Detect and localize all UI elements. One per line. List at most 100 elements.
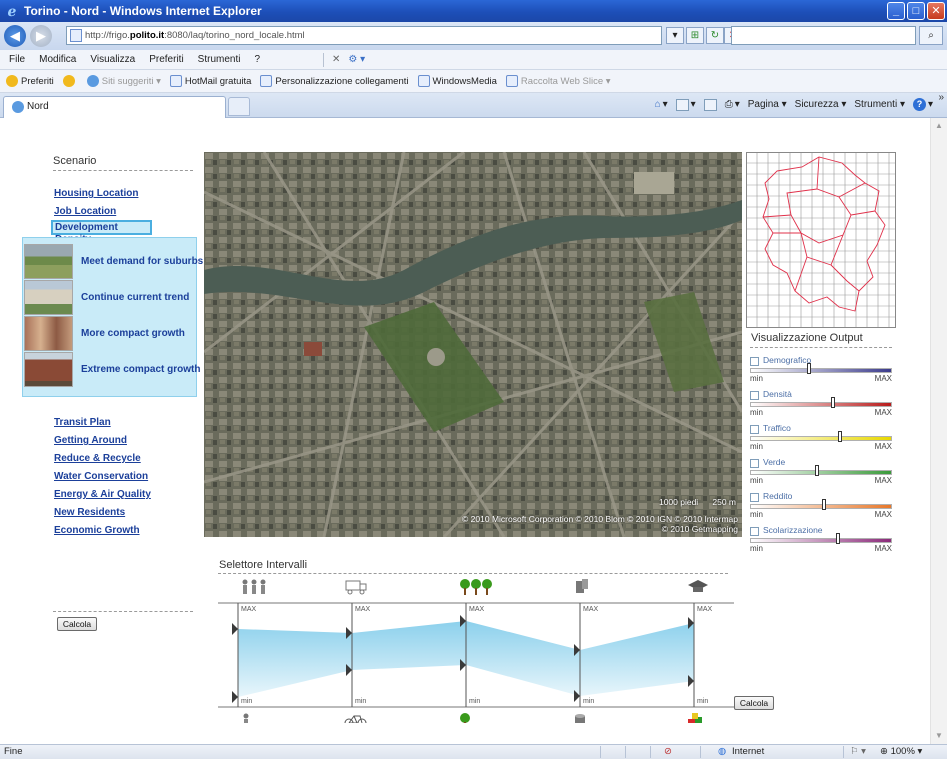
refresh-icon[interactable]: ↻ bbox=[706, 27, 724, 44]
fav-web-slice[interactable]: Raccolta Web Slice ▾ bbox=[505, 75, 611, 87]
feeds-button[interactable]: ▾ bbox=[675, 98, 696, 111]
menu-help[interactable]: ? bbox=[247, 54, 267, 65]
indicator-slider-thumb[interactable] bbox=[815, 465, 819, 476]
pagina-menu[interactable]: Pagina ▾ bbox=[748, 99, 787, 110]
link-new-residents[interactable]: New Residents bbox=[54, 507, 125, 518]
menu-preferiti[interactable]: Preferiti bbox=[142, 54, 190, 65]
compatibility-view-icon[interactable]: ⊞ bbox=[686, 27, 704, 44]
fav-windowsmedia[interactable]: WindowsMedia bbox=[417, 75, 497, 87]
scroll-up-arrow-icon[interactable]: ▲ bbox=[934, 121, 944, 131]
menu-strumenti[interactable]: Strumenti bbox=[191, 54, 248, 65]
fav-siti-suggeriti[interactable]: Siti suggeriti ▾ bbox=[86, 75, 161, 87]
menu-separator bbox=[323, 52, 325, 67]
indicator-slider-thumb[interactable] bbox=[807, 363, 811, 374]
link-job-location[interactable]: Job Location bbox=[54, 206, 116, 217]
maximize-button[interactable]: □ bbox=[907, 2, 925, 20]
add-favorite-button[interactable] bbox=[62, 75, 78, 87]
aerial-imagery bbox=[204, 152, 742, 537]
link-water-conservation[interactable]: Water Conservation bbox=[54, 471, 148, 482]
search-input[interactable] bbox=[731, 26, 916, 45]
indicator-max-label: MAX bbox=[874, 408, 892, 417]
print-button[interactable]: ⎙ ▾ bbox=[725, 99, 740, 110]
density-option-compact[interactable]: More compact growth bbox=[23, 316, 198, 354]
indicator-slider-thumb[interactable] bbox=[822, 499, 826, 510]
internet-explorer-icon bbox=[12, 101, 24, 113]
interval-selector[interactable]: MAX min MAX min MAX min MAX min MAX min bbox=[218, 573, 734, 723]
indicator-min-label: min bbox=[750, 374, 763, 383]
new-tab-button[interactable] bbox=[228, 97, 250, 116]
link-development-density[interactable]: Development Density bbox=[51, 220, 152, 245]
indicator-scolarizzazione[interactable]: Scolarizzazione min MAX bbox=[750, 524, 892, 554]
search-icon[interactable]: ⌕ bbox=[919, 26, 943, 45]
scroll-down-arrow-icon[interactable]: ▼ bbox=[934, 731, 944, 741]
tab-nord[interactable]: Nord bbox=[3, 96, 226, 118]
compact-growth-thumbnail bbox=[24, 316, 73, 351]
mail-button[interactable] bbox=[703, 98, 717, 111]
indicator-checkbox[interactable] bbox=[750, 493, 759, 502]
indicator-slider-thumb[interactable] bbox=[836, 533, 840, 544]
indicator-verde[interactable]: Verde min MAX bbox=[750, 456, 892, 486]
indicator-demografico[interactable]: Demografico min MAX bbox=[750, 354, 892, 384]
indicator-densit[interactable]: Densità min MAX bbox=[750, 388, 892, 418]
indicator-checkbox[interactable] bbox=[750, 527, 759, 536]
dropdown-arrow-icon[interactable]: ▾ bbox=[666, 27, 684, 44]
title-bar: ℯ Torino - Nord - Windows Internet Explo… bbox=[0, 0, 947, 22]
privacy-icon[interactable]: ⚐ ▾ bbox=[850, 746, 866, 757]
zoom-control[interactable]: ⊕ 100% ▾ bbox=[880, 746, 922, 757]
indicator-slider-thumb[interactable] bbox=[831, 397, 835, 408]
bicycle-icon bbox=[344, 715, 367, 723]
help-button[interactable]: ? ▾ bbox=[912, 98, 933, 111]
mail-icon bbox=[703, 98, 717, 111]
aerial-map[interactable]: 1000 piedi 250 m © 2010 Microsoft Corpor… bbox=[204, 152, 742, 537]
tab-bar: Nord ⌂ ▾ ▾ ⎙ ▾ Pagina ▾ Sicurezza ▾ Stru… bbox=[0, 93, 947, 118]
density-option-label: Meet demand for suburbs bbox=[81, 256, 204, 267]
favorites-button[interactable]: Preferiti bbox=[6, 75, 54, 87]
grid-outline-map[interactable] bbox=[746, 152, 896, 328]
url-field[interactable]: http://frigo.polito.it:8080/laq/torino_n… bbox=[66, 26, 662, 45]
density-option-current-trend[interactable]: Continue current trend bbox=[23, 280, 198, 318]
fav-personalizzazione[interactable]: Personalizzazione collegamenti bbox=[260, 75, 409, 87]
density-option-suburbs[interactable]: Meet demand for suburbs bbox=[23, 244, 203, 282]
indicator-checkbox[interactable] bbox=[750, 391, 759, 400]
link-reduce-recycle[interactable]: Reduce & Recycle bbox=[54, 453, 141, 464]
link-economic-growth[interactable]: Economic Growth bbox=[54, 525, 140, 536]
axis-min-label: min bbox=[355, 698, 366, 705]
indicator-checkbox[interactable] bbox=[750, 425, 759, 434]
back-button[interactable]: ◀ bbox=[4, 25, 26, 47]
link-energy-air-quality[interactable]: Energy & Air Quality bbox=[54, 489, 151, 500]
indicator-min-label: min bbox=[750, 442, 763, 451]
indicator-gradient-bar bbox=[750, 470, 892, 475]
indicator-traffico[interactable]: Traffico min MAX bbox=[750, 422, 892, 452]
addon-icon[interactable]: ⚙ ▾ bbox=[348, 54, 365, 65]
upper-handle[interactable] bbox=[232, 623, 238, 635]
indicator-checkbox[interactable] bbox=[750, 357, 759, 366]
zoom-level: 100% bbox=[890, 746, 915, 757]
indicator-slider-thumb[interactable] bbox=[838, 431, 842, 442]
close-toolbar-icon[interactable]: ✕ bbox=[332, 54, 340, 65]
link-getting-around[interactable]: Getting Around bbox=[54, 435, 127, 446]
print-icon: ⎙ bbox=[724, 99, 733, 110]
status-divider bbox=[650, 746, 651, 758]
indicator-reddito[interactable]: Reddito min MAX bbox=[750, 490, 892, 520]
minimize-button[interactable]: _ bbox=[887, 2, 905, 20]
vertical-scrollbar[interactable]: ▲ ▼ bbox=[930, 118, 947, 744]
menu-visualizza[interactable]: Visualizza bbox=[83, 54, 142, 65]
forward-button[interactable]: ▶ bbox=[30, 25, 52, 47]
density-option-extreme-compact[interactable]: Extreme compact growth bbox=[23, 352, 200, 390]
home-button[interactable]: ⌂ ▾ bbox=[655, 99, 668, 110]
link-housing-location[interactable]: Housing Location bbox=[54, 188, 138, 199]
menu-modifica[interactable]: Modifica bbox=[32, 54, 83, 65]
lower-handle[interactable] bbox=[232, 691, 238, 703]
close-button[interactable]: ✕ bbox=[927, 2, 945, 20]
calcola-button-sidebar[interactable]: Calcola bbox=[57, 617, 97, 631]
indicator-checkbox[interactable] bbox=[750, 459, 759, 468]
sicurezza-menu[interactable]: Sicurezza ▾ bbox=[795, 99, 847, 110]
strumenti-menu[interactable]: Strumenti ▾ bbox=[854, 99, 905, 110]
url-prefix: http://frigo. bbox=[85, 30, 130, 41]
fav-hotmail[interactable]: HotMail gratuita bbox=[169, 75, 251, 87]
toolbar-overflow-chevron[interactable]: » bbox=[938, 92, 944, 103]
link-transit-plan[interactable]: Transit Plan bbox=[54, 417, 111, 428]
menu-file[interactable]: File bbox=[0, 54, 32, 65]
calcola-button-selector[interactable]: Calcola bbox=[734, 696, 774, 710]
url-path: :8080/laq/torino_nord_locale.html bbox=[164, 30, 305, 41]
